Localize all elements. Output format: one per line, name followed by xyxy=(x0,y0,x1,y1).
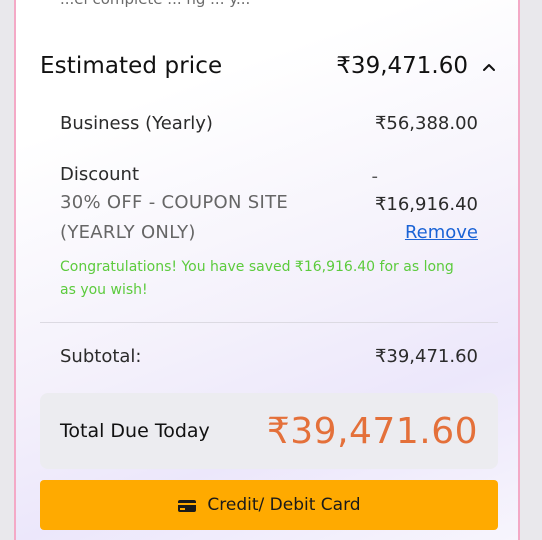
cut-off-text: ...el complete ... ng ... y... xyxy=(60,0,250,8)
credit-card-icon xyxy=(177,498,197,512)
discount-values: - ₹16,916.40 Remove xyxy=(372,162,479,246)
remove-coupon-link[interactable]: Remove xyxy=(372,220,478,246)
discount-section: Discount 30% OFF - COUPON SITE (YEARLY O… xyxy=(60,162,478,248)
divider xyxy=(40,322,498,323)
chevron-up-icon[interactable] xyxy=(482,59,496,73)
subtotal-amount: ₹39,471.60 xyxy=(374,346,478,367)
discount-dash: - xyxy=(371,166,379,187)
credit-debit-card-button[interactable]: Credit/ Debit Card xyxy=(40,480,498,530)
plan-row: Business (Yearly) ₹56,388.00 xyxy=(60,113,478,134)
plan-label: Business (Yearly) xyxy=(60,113,213,134)
subtotal-label: Subtotal: xyxy=(60,346,142,367)
credit-debit-card-label: Credit/ Debit Card xyxy=(207,495,361,515)
discount-description: 30% OFF - COUPON SITE (YEARLY ONLY) xyxy=(60,192,289,243)
estimated-price-summary: ₹39,471.60 xyxy=(336,53,496,79)
total-due-box: Total Due Today ₹39,471.60 xyxy=(40,393,498,469)
subtotal-row: Subtotal: ₹39,471.60 xyxy=(60,346,478,367)
plan-amount: ₹56,388.00 xyxy=(374,113,478,134)
estimated-price-amount: ₹39,471.60 xyxy=(336,53,468,79)
total-due-label: Total Due Today xyxy=(60,420,210,442)
savings-message: Congratulations! You have saved ₹16,916.… xyxy=(60,259,454,298)
estimated-price-header[interactable]: Estimated price ₹39,471.60 xyxy=(40,50,496,82)
total-due-amount: ₹39,471.60 xyxy=(266,410,478,452)
discount-amount: ₹16,916.40 xyxy=(374,194,478,215)
price-panel: ...el complete ... ng ... y... Estimated… xyxy=(14,0,520,540)
estimated-price-title: Estimated price xyxy=(40,53,223,79)
